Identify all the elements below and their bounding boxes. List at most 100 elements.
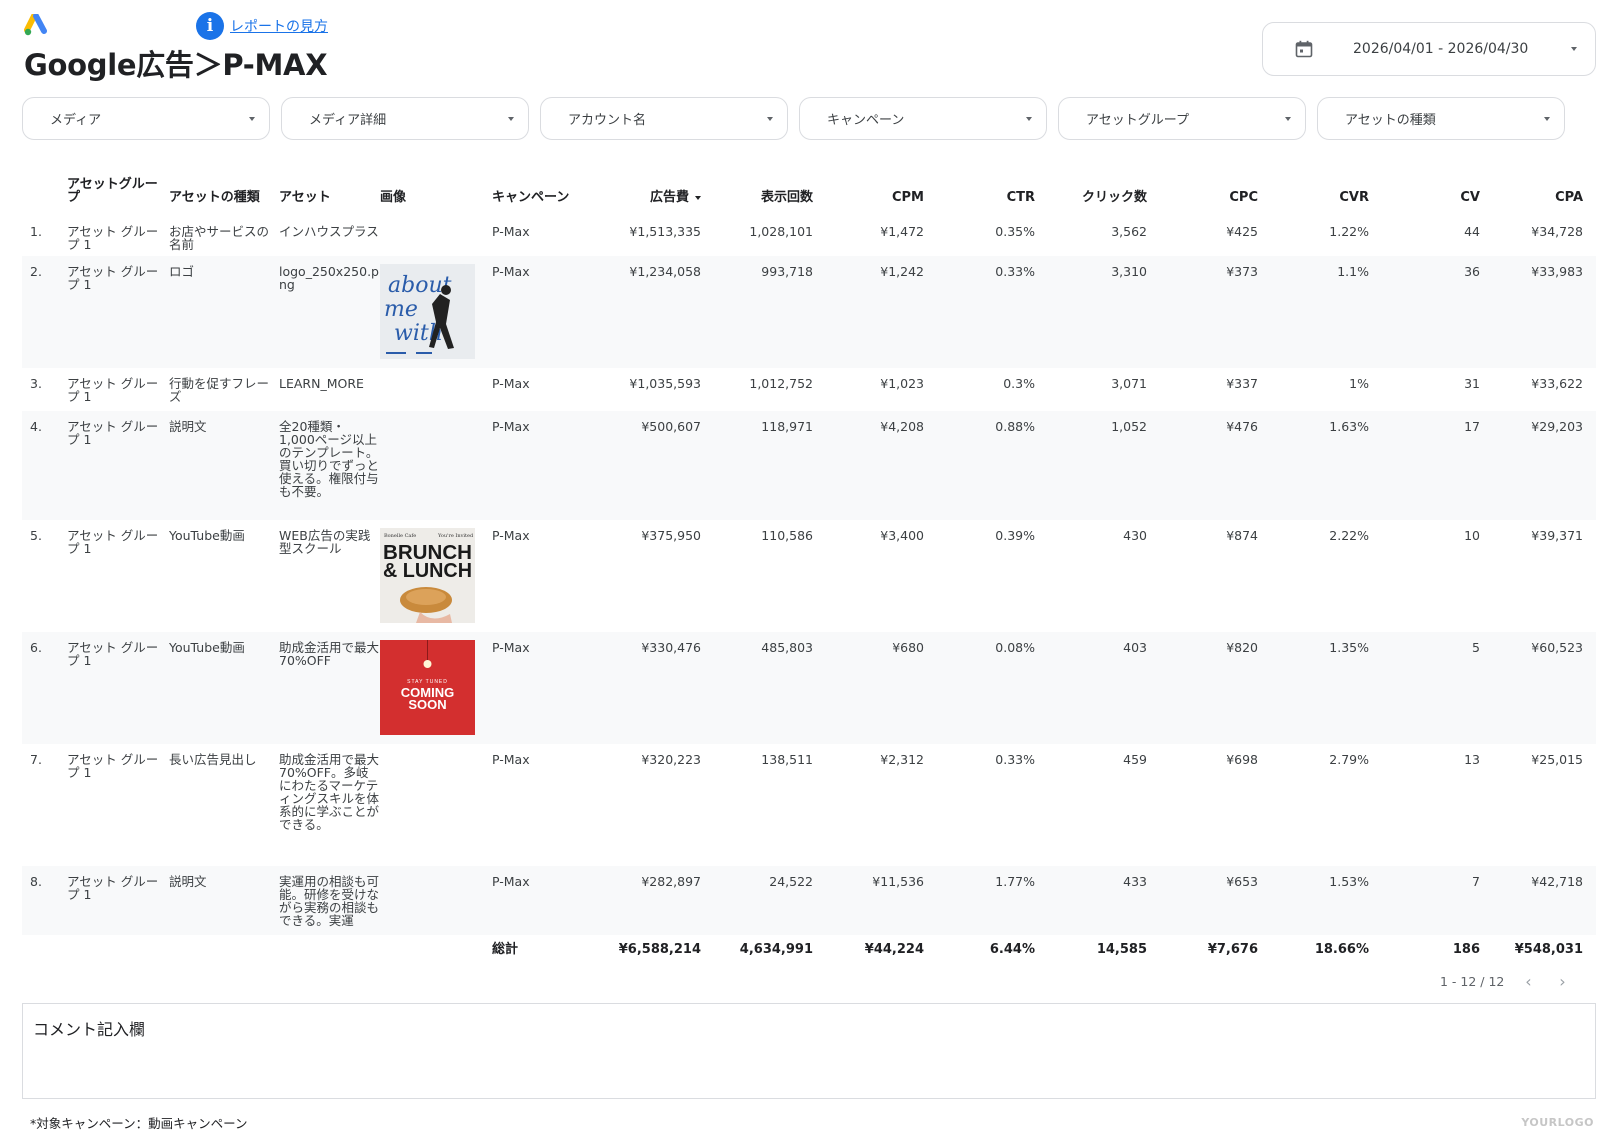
cell-asset-group: アセット グループ 1 xyxy=(67,224,159,252)
total-spend: ¥6,588,214 xyxy=(618,942,701,957)
thumb-text: SOON xyxy=(408,697,446,712)
table-row[interactable]: 3. アセット グループ 1 行動を促すフレーズ LEARN_MORE P-Ma… xyxy=(22,368,1596,411)
chevron-down-icon xyxy=(1571,47,1577,51)
date-range-picker[interactable]: 2026/04/01 - 2026/04/30 xyxy=(1262,22,1596,76)
cell-campaign: P-Max xyxy=(492,419,530,434)
col-ctr[interactable]: CTR xyxy=(924,172,1035,204)
col-impressions[interactable]: 表示回数 xyxy=(701,172,813,204)
info-icon[interactable]: i xyxy=(196,12,224,40)
chevron-right-icon[interactable]: › xyxy=(1552,972,1572,991)
col-asset-group[interactable]: アセットグループ xyxy=(67,172,169,204)
col-cpa[interactable]: CPA xyxy=(1480,172,1591,204)
cell-image: about me with xyxy=(380,256,492,368)
table-row[interactable]: 2. アセット グループ 1 ロゴ logo_250x250.png about… xyxy=(22,256,1596,368)
totals-spacer xyxy=(67,935,169,969)
thumb-text: Bonelle Cafe xyxy=(384,533,416,539)
cell-cpa: ¥33,622 xyxy=(1531,376,1583,391)
cell-image xyxy=(380,866,492,935)
cell-cvr: 1.35% xyxy=(1329,640,1369,655)
cell-cv: 36 xyxy=(1464,264,1480,279)
col-campaign[interactable]: キャンペーン xyxy=(492,172,602,204)
report-guide-link[interactable]: レポートの見方 xyxy=(230,16,328,36)
col-clicks[interactable]: クリック数 xyxy=(1035,172,1147,204)
cell-asset-group: アセット グループ 1 xyxy=(67,752,159,780)
cell-asset-type: 行動を促すフレーズ xyxy=(169,376,270,404)
cell-cpc: ¥698 xyxy=(1226,752,1258,767)
col-cpm[interactable]: CPM xyxy=(813,172,924,204)
cell-cvr: 1% xyxy=(1349,376,1369,391)
cell-asset-type: YouTube動画 xyxy=(169,528,245,543)
cell-cv: 13 xyxy=(1464,752,1480,767)
cell-ctr: 0.08% xyxy=(995,640,1035,655)
filter-media[interactable]: メディア xyxy=(22,97,270,140)
cell-clicks: 403 xyxy=(1123,640,1147,655)
cell-campaign: P-Max xyxy=(492,224,530,239)
comment-box[interactable]: コメント記入欄 xyxy=(22,1003,1596,1099)
cell-cpc: ¥653 xyxy=(1226,874,1258,889)
help-link-group[interactable]: i レポートの見方 xyxy=(196,12,328,40)
cell-asset-type: 説明文 xyxy=(169,874,207,889)
cell-image: STAY TUNED COMING SOON xyxy=(380,632,492,744)
asset-table: アセットグループ アセットの種類 アセット 画像 キャンペーン 広告費 表示回数… xyxy=(22,172,1596,969)
table-header: アセットグループ アセットの種類 アセット 画像 キャンペーン 広告費 表示回数… xyxy=(22,172,1596,204)
col-image[interactable]: 画像 xyxy=(380,172,492,204)
col-spend[interactable]: 広告費 xyxy=(602,172,701,204)
table-row[interactable]: 4. アセット グループ 1 説明文 全20種類・1,000ページ以上のテンプレ… xyxy=(22,411,1596,520)
cell-cpm: ¥1,472 xyxy=(880,224,924,239)
col-cvr[interactable]: CVR xyxy=(1258,172,1369,204)
table-row[interactable]: 8. アセット グループ 1 説明文 実運用の相談も可能。研修を受けながら実務の… xyxy=(22,866,1596,935)
cell-asset-type: お店やサービスの名前 xyxy=(169,224,270,252)
cell-cpa: ¥29,203 xyxy=(1531,419,1583,434)
table-row[interactable]: 6. アセット グループ 1 YouTube動画 助成金活用で最大70%OFF … xyxy=(22,632,1596,744)
cell-spend: ¥282,897 xyxy=(641,874,701,889)
col-cv[interactable]: CV xyxy=(1369,172,1480,204)
cell-asset: 助成金活用で最大70%OFF xyxy=(279,640,380,668)
cell-image xyxy=(380,744,492,866)
cell-cvr: 1.53% xyxy=(1329,874,1369,889)
col-asset-type[interactable]: アセットの種類 xyxy=(169,172,279,204)
thumb-text: & LUNCH xyxy=(383,560,472,582)
cell-campaign: P-Max xyxy=(492,874,530,889)
filter-asset-type[interactable]: アセットの種類 xyxy=(1317,97,1565,140)
filter-asset-group[interactable]: アセットグループ xyxy=(1058,97,1306,140)
table-row[interactable]: 5. アセット グループ 1 YouTube動画 WEB広告の実践型スクール B… xyxy=(22,520,1596,632)
cell-asset-group: アセット グループ 1 xyxy=(67,376,159,404)
cell-image xyxy=(380,411,492,520)
footnote: *対象キャンペーン：動画キャンペーン xyxy=(30,1116,248,1131)
col-asset[interactable]: アセット xyxy=(279,172,380,204)
cell-asset-type: YouTube動画 xyxy=(169,640,245,655)
row-index: 4. xyxy=(30,419,42,434)
cell-asset-group: アセット グループ 1 xyxy=(67,264,159,292)
date-range-value: 2026/04/01 - 2026/04/30 xyxy=(1353,41,1529,57)
cell-asset-type: ロゴ xyxy=(169,264,195,279)
total-impressions: 4,634,991 xyxy=(739,942,813,957)
cell-cpm: ¥3,400 xyxy=(880,528,924,543)
filter-campaign[interactable]: キャンペーン xyxy=(799,97,1047,140)
cell-asset-group: アセット グループ 1 xyxy=(67,419,159,447)
table-row[interactable]: 1. アセット グループ 1 お店やサービスの名前 インハウスプラス P-Max… xyxy=(22,216,1596,256)
cell-spend: ¥320,223 xyxy=(641,752,701,767)
cell-impressions: 24,522 xyxy=(769,874,813,889)
cell-spend: ¥375,950 xyxy=(641,528,701,543)
cell-cvr: 2.79% xyxy=(1329,752,1369,767)
cell-cpc: ¥373 xyxy=(1226,264,1258,279)
cell-asset: WEB広告の実践型スクール xyxy=(279,528,371,556)
cell-cpa: ¥34,728 xyxy=(1531,224,1583,239)
cell-cv: 7 xyxy=(1472,874,1480,889)
filter-media-detail[interactable]: メディア詳細 xyxy=(281,97,529,140)
filter-label: アセットグループ xyxy=(1086,113,1189,128)
col-cpc[interactable]: CPC xyxy=(1147,172,1258,204)
chevron-left-icon[interactable]: ‹ xyxy=(1518,972,1538,991)
row-index: 7. xyxy=(30,752,42,767)
filter-label: アセットの種類 xyxy=(1345,113,1436,128)
filter-label: アカウント名 xyxy=(568,113,647,128)
cell-cpa: ¥25,015 xyxy=(1531,752,1583,767)
table-row[interactable]: 7. アセット グループ 1 長い広告見出し 助成金活用で最大70%OFF。多岐… xyxy=(22,744,1596,866)
total-cvr: 18.66% xyxy=(1314,942,1369,957)
pagination: 1 - 12 / 12 ‹ › xyxy=(1440,972,1572,991)
thumb-text: about xyxy=(388,273,452,298)
filter-bar: メディア メディア詳細 アカウント名 キャンペーン アセットグループ アセットの… xyxy=(22,97,1565,140)
row-index: 1. xyxy=(30,224,42,239)
filter-account-name[interactable]: アカウント名 xyxy=(540,97,788,140)
comment-label: コメント記入欄 xyxy=(33,1020,146,1039)
